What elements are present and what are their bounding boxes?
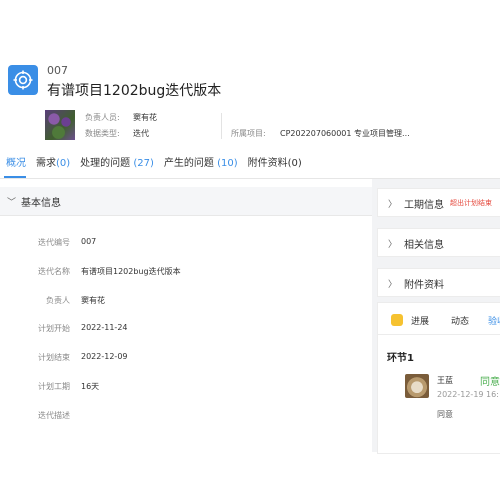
tab-handled-issues[interactable]: 处理的问题 (27) xyxy=(80,154,154,176)
field-value: 2022-11-24 xyxy=(81,323,128,332)
basic-info-title: 基本信息 xyxy=(21,198,61,209)
field-label: 计划结束 xyxy=(38,353,70,362)
chevron-right-icon: 〉 xyxy=(388,280,398,290)
owner-label: 负责人员: xyxy=(85,113,120,122)
node-title: 环节1 xyxy=(387,353,414,364)
related-info-title: 相关信息 xyxy=(404,240,444,251)
avatar xyxy=(405,374,429,398)
approval-time: 2022-12-19 16: xyxy=(437,390,499,399)
owner-value: 窦有花 xyxy=(133,113,157,122)
basic-info-header[interactable]: ﹀ 基本信息 xyxy=(0,187,372,216)
attachments-card[interactable]: 〉 附件资料 xyxy=(377,268,500,297)
approval-status: 同意 xyxy=(480,377,500,388)
field-label: 迭代名称 xyxy=(38,267,70,276)
field-label: 负责人 xyxy=(46,296,70,305)
chevron-down-icon: ﹀ xyxy=(7,198,17,208)
chevron-right-icon: 〉 xyxy=(388,240,398,250)
field-value: 窦有花 xyxy=(81,296,105,305)
tab-produced-issues[interactable]: 产生的问题 (10) xyxy=(164,154,238,176)
subtab-progress[interactable]: 进展 xyxy=(411,314,429,327)
period-info-card[interactable]: 〉 工期信息 超出计划结束 xyxy=(377,188,500,217)
related-info-card[interactable]: 〉 相关信息 xyxy=(377,228,500,257)
overdue-warning: 超出计划结束 xyxy=(450,199,492,207)
field-value: 2022-12-09 xyxy=(81,352,128,361)
tab-requirements[interactable]: 需求(0) xyxy=(36,154,70,176)
project-label: 所属项目: xyxy=(231,129,266,138)
item-code: 007 xyxy=(47,64,68,77)
page-title: 有谱项目1202bug迭代版本 xyxy=(47,83,222,99)
project-value[interactable]: CP202207060001 专业项目管理... xyxy=(280,128,410,139)
subtab-divider xyxy=(377,334,500,335)
approver-name: 王蓝 xyxy=(437,376,453,385)
field-value: 16天 xyxy=(81,382,100,391)
chevron-right-icon: 〉 xyxy=(388,200,398,210)
field-label: 计划工期 xyxy=(38,382,70,391)
type-value: 迭代 xyxy=(133,129,149,138)
field-label: 计划开始 xyxy=(38,324,70,333)
subtab-acceptance[interactable]: 验收 xyxy=(488,314,500,327)
tab-overview[interactable]: 概况 xyxy=(6,154,26,176)
type-label: 数据类型: xyxy=(85,129,120,138)
target-icon xyxy=(13,70,33,90)
field-label: 迭代编号 xyxy=(38,238,70,247)
owner-thumbnail xyxy=(45,110,75,140)
progress-icon xyxy=(391,314,403,326)
subtab-activity[interactable]: 动态 xyxy=(451,314,469,327)
attachments-title: 附件资料 xyxy=(404,280,444,291)
approval-comment: 同意 xyxy=(437,410,453,419)
field-label: 迭代描述 xyxy=(38,411,70,420)
header-divider xyxy=(221,113,222,139)
app-icon xyxy=(8,65,38,95)
field-value: 007 xyxy=(81,237,97,246)
field-value: 有谱项目1202bug迭代版本 xyxy=(81,267,181,276)
period-info-title: 工期信息 xyxy=(404,200,444,211)
tab-attachments[interactable]: 附件资料(0) xyxy=(248,154,302,176)
tab-bar: 概况 需求(0) 处理的问题 (27) 产生的问题 (10) 附件资料(0) xyxy=(0,154,302,176)
